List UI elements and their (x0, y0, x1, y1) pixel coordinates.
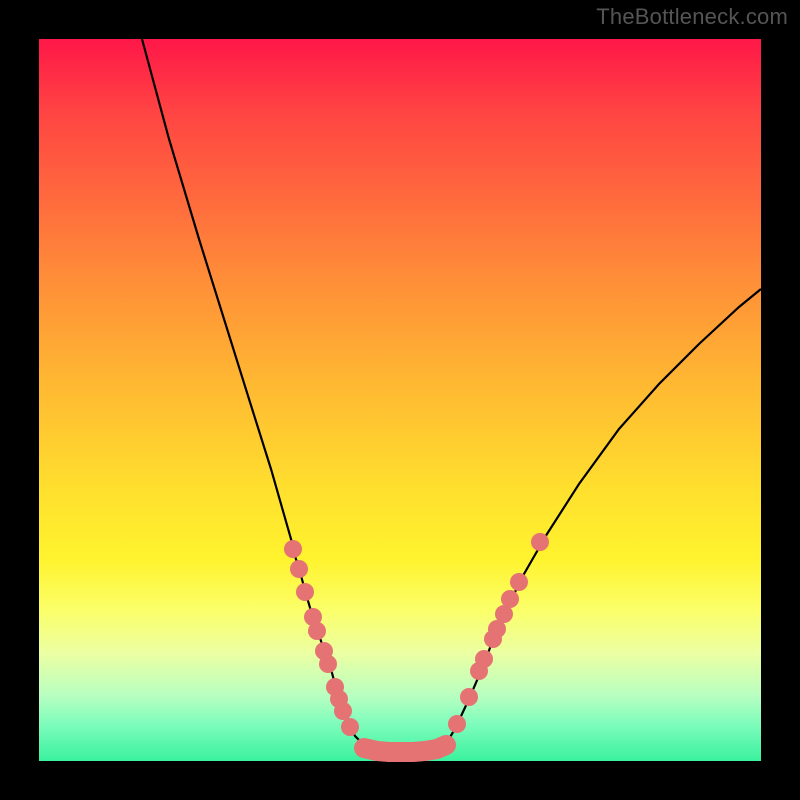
data-dot (296, 583, 314, 601)
data-dot (448, 715, 466, 733)
chart-svg (39, 39, 761, 761)
bottleneck-curve (142, 39, 761, 752)
data-dot (308, 622, 326, 640)
watermark-text: TheBottleneck.com (596, 4, 788, 30)
data-dot (475, 650, 493, 668)
data-dot (460, 688, 478, 706)
floor-highlight (364, 745, 446, 752)
data-dot (531, 533, 549, 551)
chart-frame: TheBottleneck.com (0, 0, 800, 800)
data-dot (341, 718, 359, 736)
data-dot (290, 560, 308, 578)
data-dot (510, 573, 528, 591)
plot-area (39, 39, 761, 761)
data-dots (284, 533, 549, 752)
data-dot (501, 590, 519, 608)
data-dot (334, 702, 352, 720)
data-dot (319, 655, 337, 673)
data-dot (284, 540, 302, 558)
